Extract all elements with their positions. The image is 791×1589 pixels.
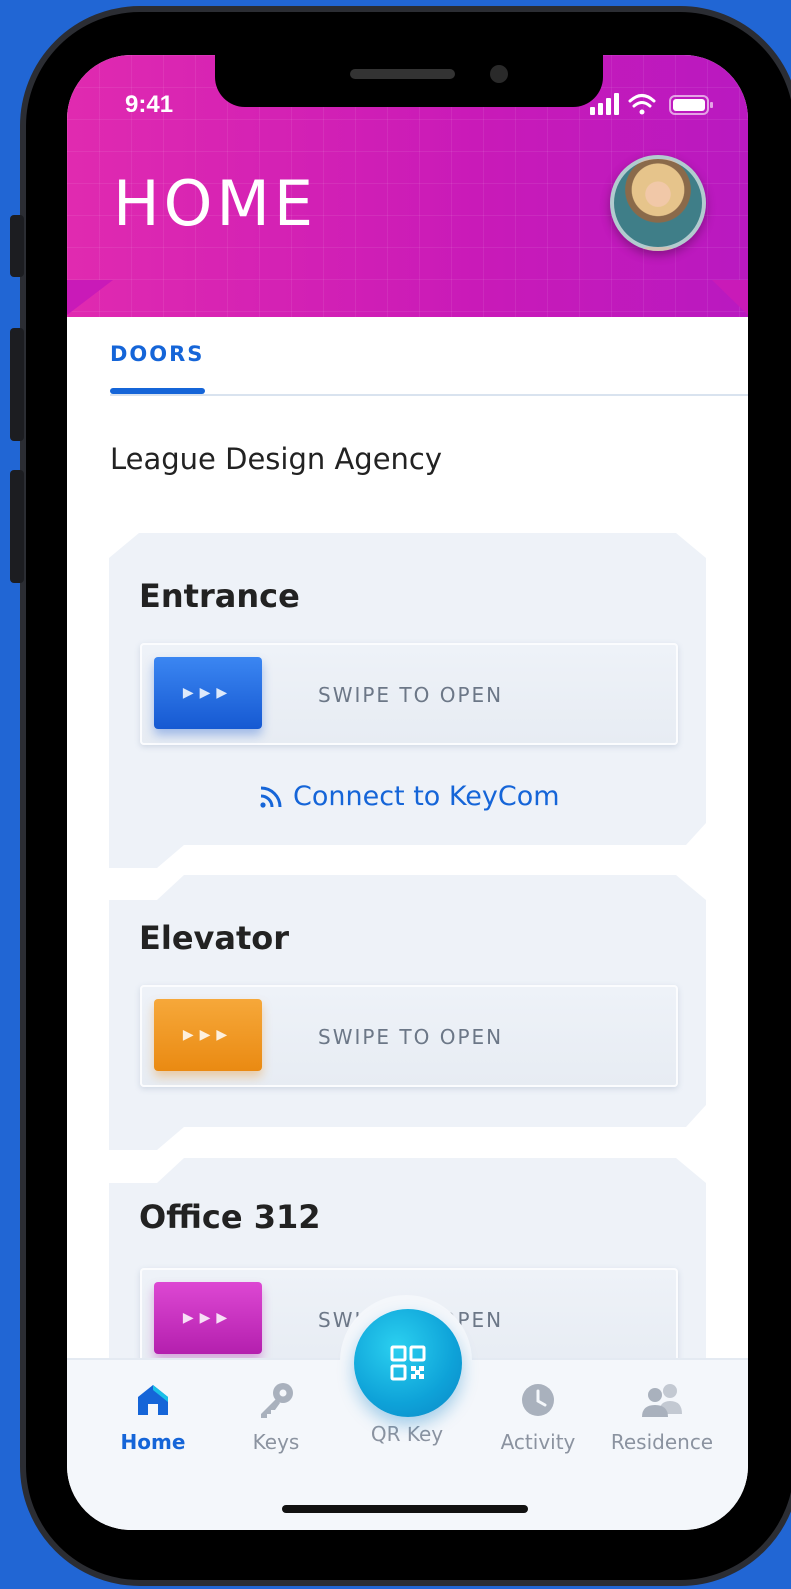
nav-label: Home bbox=[120, 1430, 186, 1454]
swipe-handle[interactable]: ▶▶▶ bbox=[154, 999, 262, 1071]
key-icon bbox=[261, 1383, 293, 1418]
company-name: League Design Agency bbox=[110, 442, 443, 476]
swipe-label: SWIPE TO OPEN bbox=[318, 1025, 504, 1049]
people-icon bbox=[642, 1384, 682, 1417]
door-card-elevator: Elevator ▶▶▶ SWIPE TO OPEN bbox=[109, 875, 706, 1150]
rss-icon bbox=[260, 786, 282, 808]
arrows-icon: ▶▶▶ bbox=[182, 685, 234, 701]
door-name: Entrance bbox=[139, 577, 300, 615]
notch bbox=[215, 55, 603, 107]
swipe-to-open-slider[interactable]: ▶▶▶ SWIPE TO OPEN bbox=[140, 643, 678, 745]
swipe-label: SWIPE TO OPEN bbox=[318, 683, 504, 707]
nav-label: Keys bbox=[252, 1430, 300, 1454]
nav-keys[interactable]: Keys bbox=[216, 1380, 336, 1454]
qr-key-button[interactable] bbox=[354, 1309, 462, 1417]
tab-divider bbox=[110, 394, 748, 396]
tab-doors[interactable]: DOORS bbox=[110, 342, 204, 366]
status-time: 9:41 bbox=[125, 91, 174, 118]
nav-home[interactable]: Home bbox=[93, 1380, 213, 1454]
door-name: Office 312 bbox=[139, 1198, 321, 1236]
nav-activity[interactable]: Activity bbox=[478, 1380, 598, 1454]
battery-icon bbox=[669, 95, 713, 115]
connect-label: Connect to KeyCom bbox=[293, 781, 560, 812]
page-title: HOME bbox=[113, 167, 318, 240]
home-icon bbox=[138, 1385, 168, 1415]
door-card-entrance: Entrance ▶▶▶ SWIPE TO OPEN Connect to Ke… bbox=[109, 533, 706, 868]
home-indicator[interactable] bbox=[282, 1505, 528, 1513]
volume-down-button bbox=[10, 470, 24, 583]
arrows-icon: ▶▶▶ bbox=[182, 1310, 234, 1326]
connect-keycom-link[interactable]: Connect to KeyCom bbox=[259, 781, 560, 812]
qr-code-icon bbox=[390, 1345, 426, 1381]
signal-icon bbox=[590, 93, 619, 115]
clock-icon bbox=[522, 1384, 554, 1416]
swipe-handle[interactable]: ▶▶▶ bbox=[154, 657, 262, 729]
front-camera bbox=[490, 65, 508, 83]
nav-label: Activity bbox=[500, 1430, 576, 1454]
nav-label: Residence bbox=[610, 1430, 714, 1454]
wifi-icon bbox=[628, 94, 656, 115]
nav-residence[interactable]: Residence bbox=[602, 1380, 722, 1454]
status-icons bbox=[590, 93, 713, 115]
header-corner-cut bbox=[67, 280, 748, 315]
swipe-handle[interactable]: ▶▶▶ bbox=[154, 1282, 262, 1354]
swipe-to-open-slider[interactable]: ▶▶▶ SWIPE TO OPEN bbox=[140, 985, 678, 1087]
speaker bbox=[350, 69, 455, 79]
door-name: Elevator bbox=[139, 919, 290, 957]
volume-up-button bbox=[10, 328, 24, 441]
arrows-icon: ▶▶▶ bbox=[182, 1027, 234, 1043]
avatar[interactable] bbox=[610, 155, 706, 251]
app-screen: 9:41 HOME DOORS League Design Agency Ent… bbox=[67, 55, 748, 1530]
mute-switch bbox=[10, 215, 24, 277]
